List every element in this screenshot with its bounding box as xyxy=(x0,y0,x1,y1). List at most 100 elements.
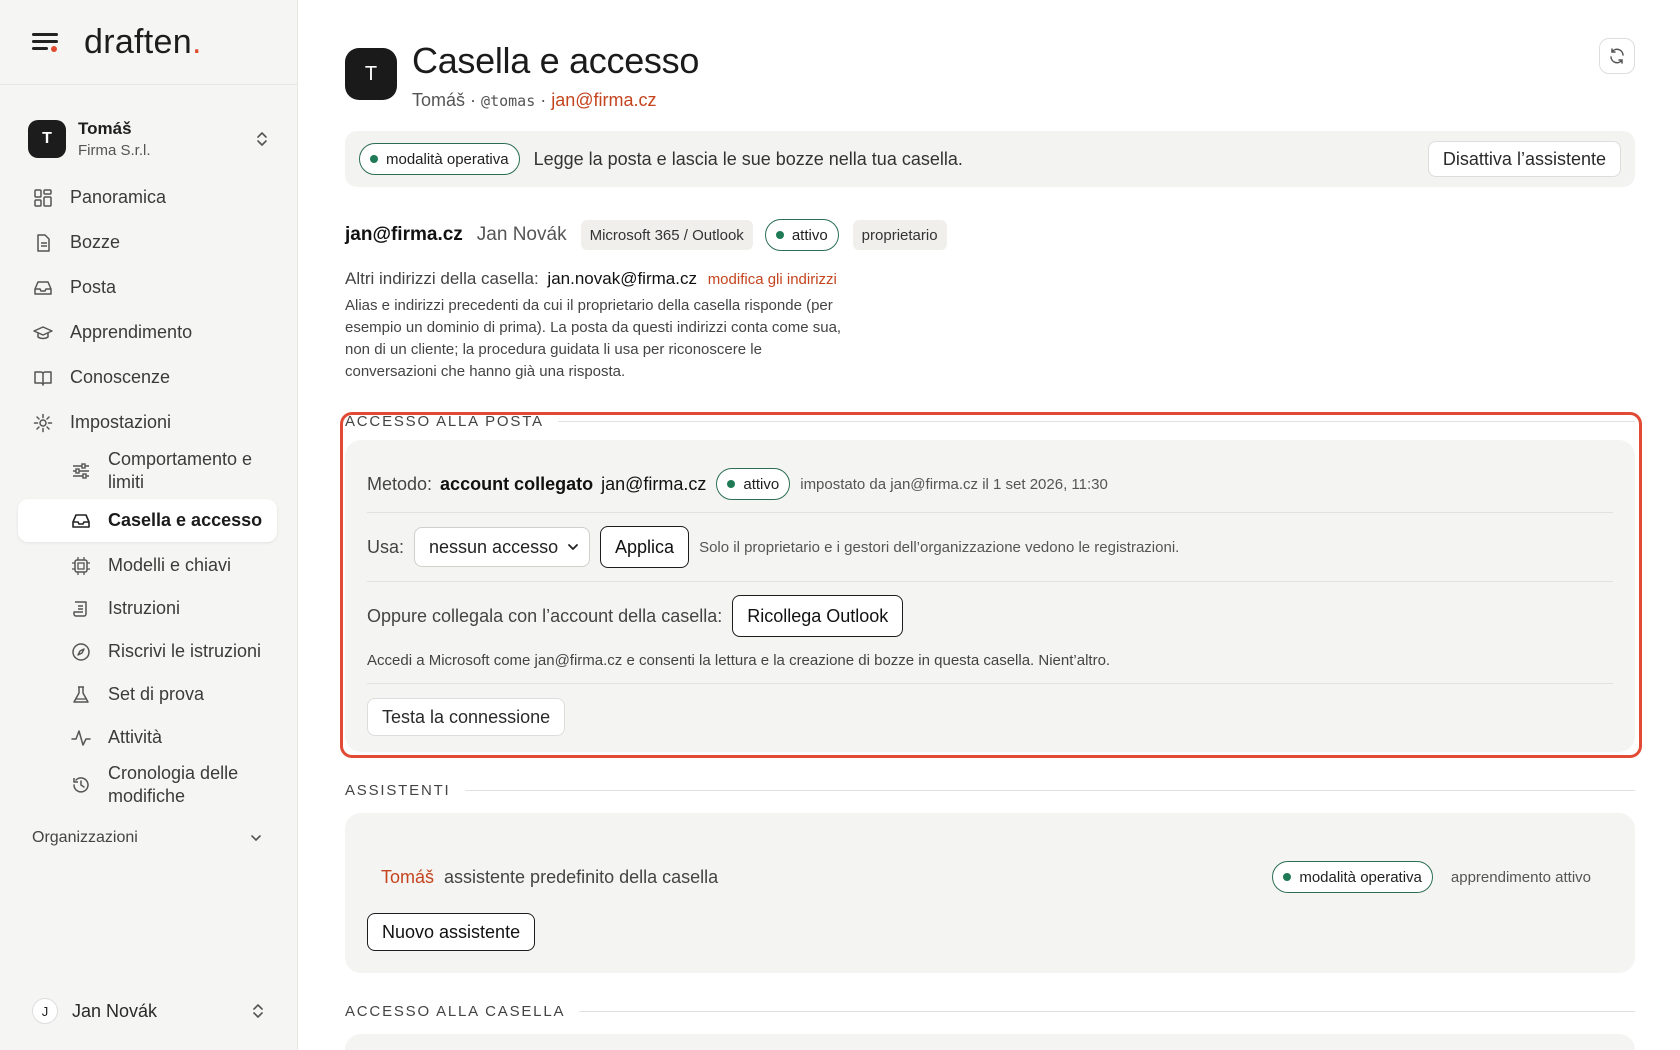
inbox-icon xyxy=(70,510,92,532)
org-name: Tomáš xyxy=(78,119,132,138)
sidebar-item-label: Casella e accesso xyxy=(108,510,263,530)
organizations-toggle[interactable]: Organizzazioni xyxy=(0,829,297,847)
sidebar: draften. T Tomáš Firma S.r.l. Panoramica… xyxy=(0,0,298,1050)
history-icon xyxy=(70,774,92,796)
sidebar-item-casella[interactable]: Casella e accesso xyxy=(18,499,277,542)
scroll-icon xyxy=(70,598,92,620)
test-connection-button[interactable]: Testa la connessione xyxy=(367,698,566,736)
status-badge: modalità operativa xyxy=(1272,861,1433,893)
new-assistant-button[interactable]: Nuovo assistente xyxy=(367,913,536,951)
graduation-cap-icon xyxy=(32,322,54,344)
refresh-icon xyxy=(1610,48,1624,64)
sidebar-item-label: Apprendimento xyxy=(70,322,193,342)
sidebar-item-label: Impostazioni xyxy=(70,412,172,432)
disable-assistant-button[interactable]: Disattiva l’assistente xyxy=(1427,141,1621,177)
chevron-down-icon xyxy=(568,544,578,550)
chevron-updown-icon xyxy=(257,132,267,146)
logo[interactable]: draften. xyxy=(84,23,202,62)
sidebar-item-impostazioni[interactable]: Impostazioni xyxy=(0,400,297,445)
chevron-down-icon xyxy=(251,835,261,841)
assistants-card: Tomáš assistente predefinito della casel… xyxy=(345,813,1635,973)
user-menu[interactable]: J Jan Novák xyxy=(32,998,265,1024)
sidebar-item-label: Riscrivi le istruzioni xyxy=(108,641,262,661)
assistant-name[interactable]: Tomáš xyxy=(381,867,434,888)
section-mailbox-access-title: ACCESSO ALLA CASELLA xyxy=(345,1003,1635,1020)
sidebar-item-riscrivi[interactable]: Riscrivi le istruzioni xyxy=(0,630,297,673)
status-dot-icon xyxy=(1283,873,1292,881)
sidebar-item-label: Attività xyxy=(108,727,163,747)
user-name: Jan Novák xyxy=(72,1000,158,1021)
gear-icon xyxy=(32,412,54,434)
alt-addresses-description: Alias e indirizzi precedenti da cui il p… xyxy=(345,297,842,380)
activity-icon xyxy=(70,727,92,749)
status-banner: modalità operativa Legge la posta e lasc… xyxy=(345,131,1635,187)
sidebar-item-label: Comportamento e limiti xyxy=(108,449,253,492)
compass-icon xyxy=(70,641,92,663)
mailbox-access-card xyxy=(345,1034,1635,1050)
refresh-button[interactable] xyxy=(1599,38,1635,74)
flask-icon xyxy=(70,684,92,706)
status-dot-icon xyxy=(775,231,784,239)
sliders-icon xyxy=(70,460,92,482)
main-content: T Casella e accesso Tomáš · @tomas · jan… xyxy=(340,0,1642,1050)
owner-email-link[interactable]: jan@firma.cz xyxy=(551,90,656,110)
sidebar-item-modelli[interactable]: Modelli e chiavi xyxy=(0,544,297,587)
status-dot-icon xyxy=(727,480,736,488)
sidebar-item-label: Istruzioni xyxy=(108,598,181,618)
sidebar-item-label: Posta xyxy=(70,277,117,297)
inbox-icon xyxy=(32,277,54,299)
use-row: Usa: nessun accesso Applica Solo il prop… xyxy=(367,513,1613,581)
link-account-row: Oppure collegala con l’account della cas… xyxy=(367,582,1613,650)
sidebar-item-label: Cronologia delle modifiche xyxy=(108,763,239,806)
apply-button[interactable]: Applica xyxy=(600,526,690,568)
sidebar-item-apprendimento[interactable]: Apprendimento xyxy=(0,310,297,355)
status-badge: attivo xyxy=(764,219,839,251)
assistant-avatar: T xyxy=(345,48,397,100)
status-badge: modalità operativa xyxy=(359,143,520,175)
mailbox-identity: jan@firma.cz Jan Novák Microsoft 365 / O… xyxy=(345,217,1635,253)
mail-access-section: Metodo: account collegato jan@firma.cz a… xyxy=(340,412,1642,758)
page-header: T Casella e accesso Tomáš · @tomas · jan… xyxy=(345,40,1635,111)
grid-icon xyxy=(32,187,54,209)
sidebar-item-label: Bozze xyxy=(70,232,121,252)
sidebar-item-label: Set di prova xyxy=(108,684,205,704)
sidebar-nav: Panoramica Bozze Posta Apprendimento Con… xyxy=(0,175,297,811)
sidebar-item-label: Panoramica xyxy=(70,187,167,207)
mail-access-card: Metodo: account collegato jan@firma.cz a… xyxy=(345,440,1635,752)
chip-icon xyxy=(70,555,92,577)
reconnect-outlook-button[interactable]: Ricollega Outlook xyxy=(732,595,904,637)
section-mail-access-title: ACCESSO ALLA POSTA xyxy=(345,413,1635,430)
sidebar-item-panoramica[interactable]: Panoramica xyxy=(0,175,297,220)
edit-addresses-link[interactable]: modifica gli indirizzi xyxy=(708,271,837,288)
page-subtitle: Tomáš · @tomas · jan@firma.cz xyxy=(412,90,657,110)
brand-bar: draften. xyxy=(0,0,297,85)
alt-address-value: jan.novak@firma.cz xyxy=(547,269,697,288)
sidebar-item-istruzioni[interactable]: Istruzioni xyxy=(0,587,297,630)
banner-text: Legge la posta e lascia le sue bozze nel… xyxy=(533,148,963,169)
sidebar-item-bozze[interactable]: Bozze xyxy=(0,220,297,265)
status-badge: attivo xyxy=(716,468,791,500)
alt-addresses: Altri indirizzi della casella: jan.novak… xyxy=(345,269,837,288)
sidebar-item-attivita[interactable]: Attività xyxy=(0,716,297,759)
avatar: J xyxy=(32,998,58,1024)
mailbox-person: Jan Novák xyxy=(476,224,567,245)
access-mode-select[interactable]: nessun accesso xyxy=(414,527,591,567)
chevron-updown-icon xyxy=(253,1004,263,1018)
menu-icon[interactable] xyxy=(32,31,60,53)
org-switcher[interactable]: T Tomáš Firma S.r.l. xyxy=(0,117,297,161)
sidebar-item-label: Conoscenze xyxy=(70,367,171,387)
status-dot-icon xyxy=(370,155,378,163)
assistant-row[interactable]: Tomáš assistente predefinito della casel… xyxy=(367,861,1613,893)
link-account-description: Accedi a Microsoft come jan@firma.cz e c… xyxy=(367,652,1111,669)
sidebar-item-label: Modelli e chiavi xyxy=(108,555,232,575)
document-icon xyxy=(32,232,54,254)
sidebar-item-posta[interactable]: Posta xyxy=(0,265,297,310)
page-title: Casella e accesso xyxy=(412,40,700,81)
sidebar-item-comportamento[interactable]: Comportamento e limiti xyxy=(0,445,297,497)
sidebar-item-cronologia[interactable]: Cronologia delle modifiche xyxy=(0,759,297,811)
org-company: Firma S.r.l. xyxy=(78,142,151,159)
sidebar-item-set-di-prova[interactable]: Set di prova xyxy=(0,673,297,716)
method-row: Metodo: account collegato jan@firma.cz a… xyxy=(367,456,1613,512)
sidebar-item-conoscenze[interactable]: Conoscenze xyxy=(0,355,297,400)
provider-badge: Microsoft 365 / Outlook xyxy=(580,220,753,250)
